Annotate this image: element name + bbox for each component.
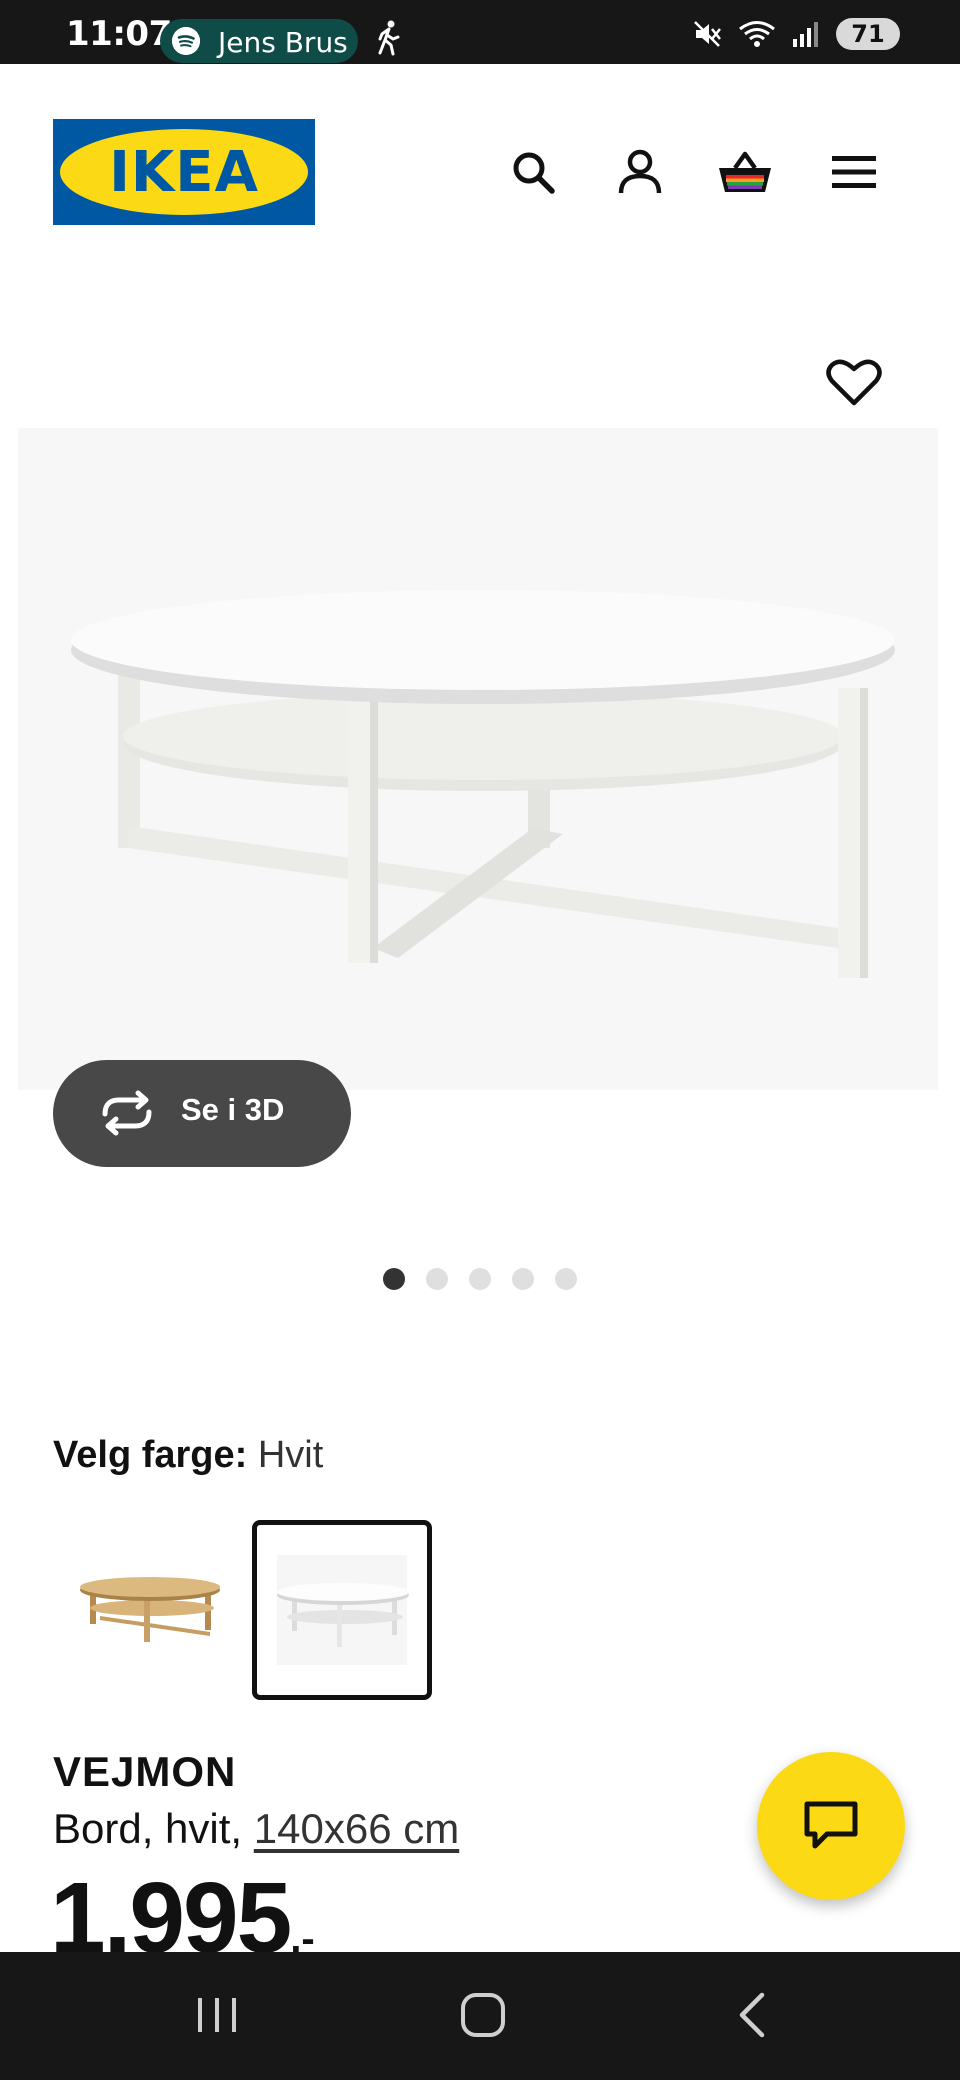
color-value: Hvit	[257, 1434, 324, 1476]
product-description-text: Bord, hvit,	[53, 1805, 254, 1852]
signal-icon	[793, 22, 818, 47]
product-name: VEJMON	[53, 1748, 237, 1795]
product-description: Bord, hvit, 140x66 cm	[53, 1805, 459, 1853]
product-size-link[interactable]: 140x66 cm	[254, 1805, 459, 1852]
battery-icon: 71	[836, 18, 900, 50]
pagination-dot[interactable]	[555, 1268, 577, 1290]
color-label: Velg farge:	[53, 1434, 248, 1476]
media-pill-text: Jens Brus	[218, 26, 348, 59]
recent-apps-icon[interactable]	[192, 1990, 242, 2040]
chat-button[interactable]	[757, 1752, 905, 1900]
battery-level: 71	[851, 20, 885, 48]
image-pagination	[383, 1268, 577, 1290]
color-swatch-white[interactable]	[252, 1520, 432, 1700]
basket-icon[interactable]	[716, 148, 774, 196]
walk-icon	[374, 20, 404, 61]
status-bar: 11:07 Jens Brus 71	[0, 0, 960, 64]
chat-icon	[804, 1801, 858, 1849]
rotate-3d-icon	[102, 1090, 152, 1136]
home-icon[interactable]	[458, 1990, 508, 2040]
pagination-dot[interactable]	[469, 1268, 491, 1290]
menu-icon[interactable]	[830, 148, 878, 196]
product-image[interactable]	[18, 428, 938, 1090]
logo-text: IKEA	[109, 140, 259, 205]
search-icon[interactable]	[509, 148, 557, 196]
pagination-dot[interactable]	[426, 1268, 448, 1290]
pagination-dot[interactable]	[512, 1268, 534, 1290]
back-icon[interactable]	[728, 1990, 778, 2040]
account-icon[interactable]	[616, 148, 664, 196]
view-3d-button[interactable]: Se i 3D	[53, 1060, 351, 1167]
wifi-icon	[739, 21, 775, 47]
system-nav-bar	[0, 1952, 960, 2080]
mute-icon	[694, 21, 721, 47]
status-icons: 71	[692, 18, 900, 50]
ikea-logo[interactable]: IKEA	[53, 119, 315, 225]
media-pill[interactable]: Jens Brus	[160, 19, 358, 63]
view-3d-label: Se i 3D	[181, 1092, 285, 1127]
pagination-dot[interactable]	[383, 1268, 405, 1290]
heart-icon[interactable]	[826, 356, 882, 408]
status-time: 11:07	[66, 14, 172, 54]
color-selection-label: Velg farge: Hvit	[53, 1434, 323, 1477]
spotify-icon	[172, 27, 200, 55]
color-swatch-oak[interactable]	[60, 1520, 240, 1700]
